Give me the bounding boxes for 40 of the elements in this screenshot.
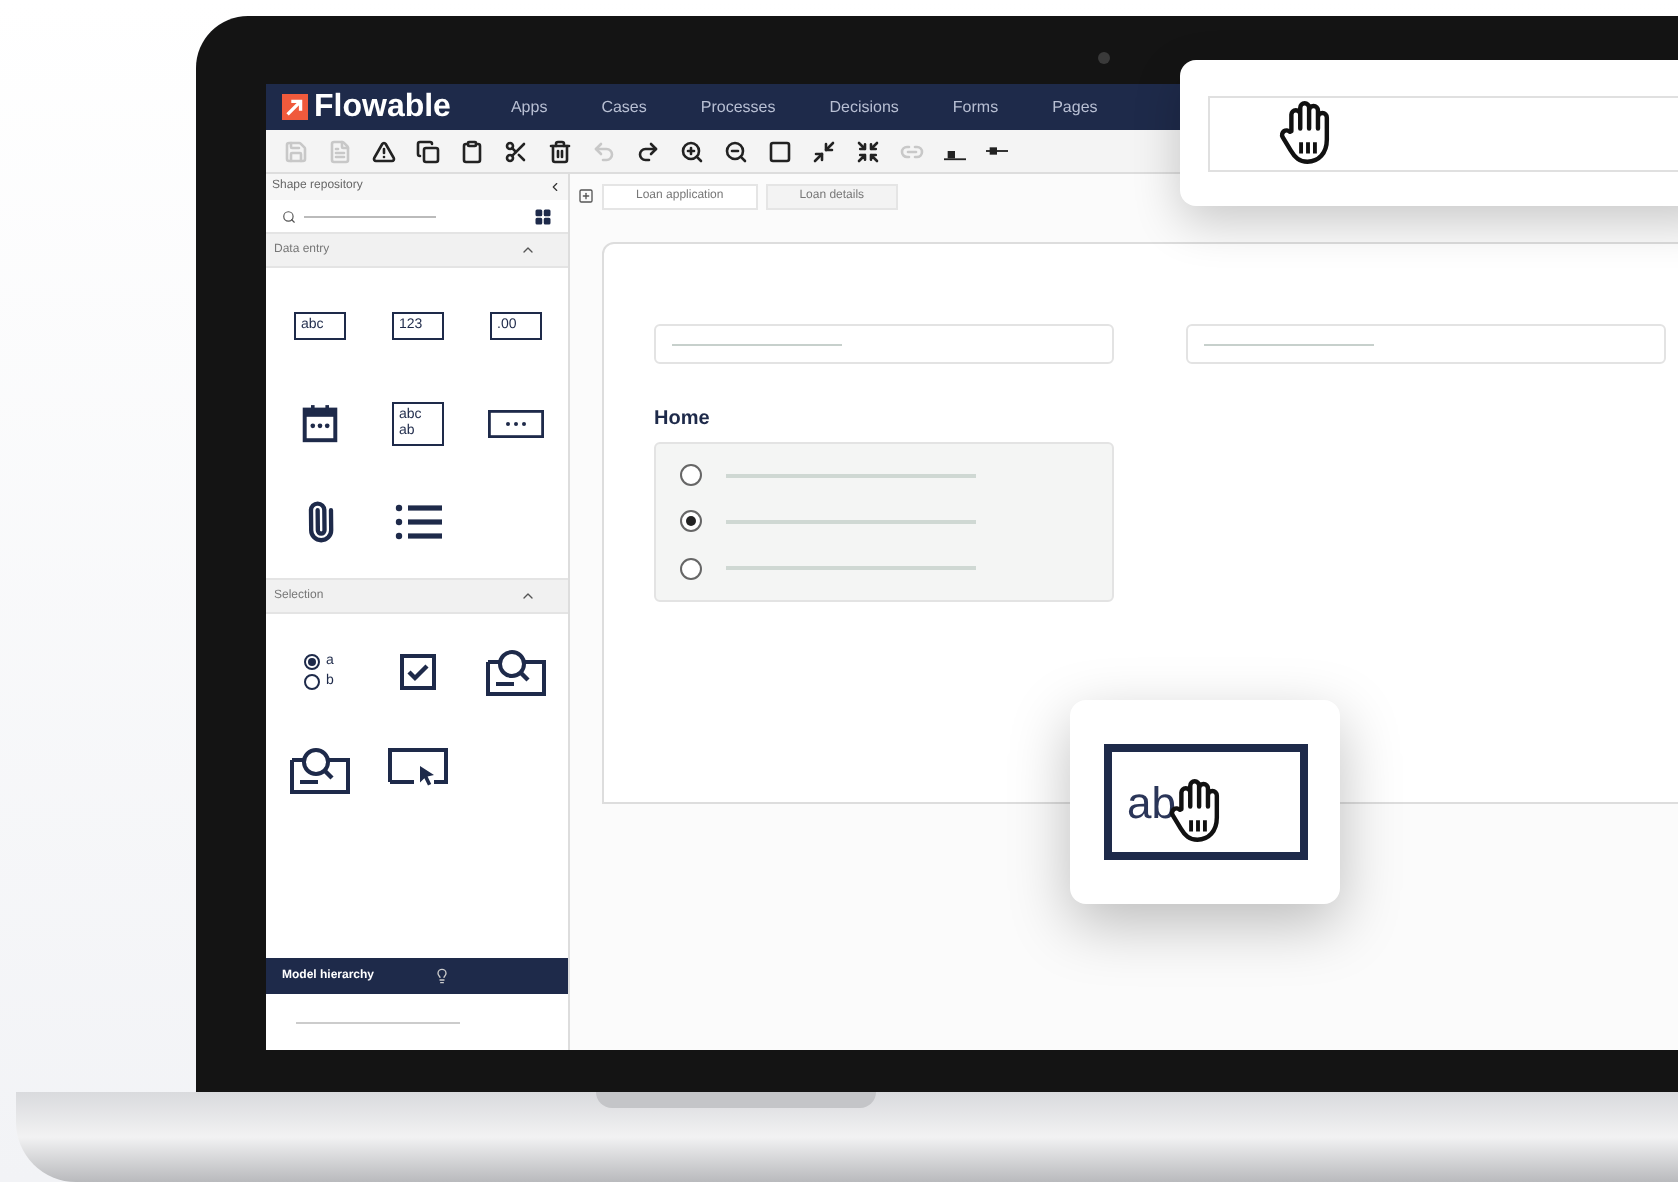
collapse-icon[interactable] (548, 180, 562, 194)
copy-icon[interactable] (416, 139, 440, 163)
grid-view-icon[interactable] (534, 207, 552, 225)
search-icon (282, 209, 296, 223)
zoom-in-icon[interactable] (680, 139, 704, 163)
lookup-field-icon[interactable] (485, 647, 545, 695)
warning-icon[interactable] (372, 139, 396, 163)
chevron-up-icon[interactable] (520, 588, 536, 604)
input-field[interactable] (654, 324, 1114, 364)
add-tab-icon[interactable] (578, 188, 594, 204)
frame-icon[interactable] (768, 139, 792, 163)
field-text: ab (1127, 775, 1176, 831)
zoom-out-icon[interactable] (724, 139, 748, 163)
redo-icon[interactable] (636, 139, 660, 163)
nav-link[interactable]: Pages (1052, 95, 1098, 119)
radio-button[interactable] (680, 464, 702, 487)
calendar-icon[interactable] (301, 403, 337, 443)
radio-button[interactable] (680, 557, 702, 580)
nav-link[interactable]: Apps (510, 95, 548, 119)
nav-link[interactable]: Cases (601, 95, 647, 119)
paste-icon[interactable] (460, 139, 484, 163)
nav-link[interactable]: Forms (952, 95, 999, 119)
logo-icon (282, 94, 308, 120)
password-field-icon[interactable] (487, 409, 543, 437)
nav-link[interactable]: Processes (700, 95, 776, 119)
group-label: Home (654, 406, 712, 434)
lookup-field-icon[interactable] (289, 745, 349, 793)
cut-icon[interactable] (504, 139, 528, 163)
app-logo-text: Flowable (314, 91, 451, 123)
shrink-icon[interactable] (856, 139, 880, 163)
radio-button[interactable] (680, 510, 702, 533)
nav-link[interactable]: Decisions (829, 95, 899, 119)
chevron-up-icon[interactable] (520, 242, 536, 258)
pointer-field-icon[interactable] (387, 747, 447, 791)
checkbox-icon[interactable] (399, 653, 435, 689)
delete-icon[interactable] (548, 139, 572, 163)
list-icon[interactable] (393, 501, 441, 541)
select-field[interactable] (1186, 324, 1666, 364)
lightbulb-icon[interactable] (434, 968, 451, 984)
input-field[interactable] (1208, 95, 1678, 171)
